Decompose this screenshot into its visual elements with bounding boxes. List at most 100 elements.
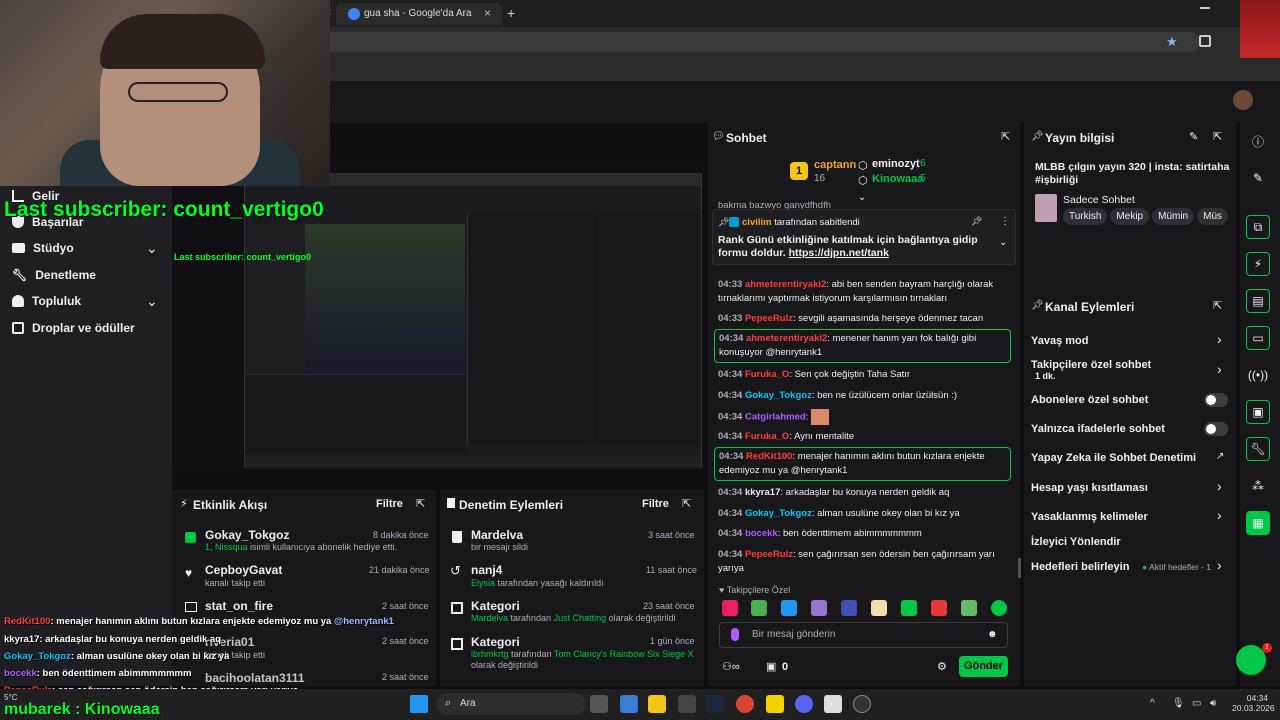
- points-icon[interactable]: ⚇∞: [722, 660, 740, 673]
- external-link-icon[interactable]: ↗: [1216, 451, 1224, 462]
- popout-icon[interactable]: ⇱: [682, 497, 691, 510]
- sidebar-item-topluluk[interactable]: Topluluk: [12, 291, 81, 311]
- emote-icon[interactable]: [811, 600, 827, 616]
- avatar[interactable]: [1233, 90, 1253, 110]
- emote-only-toggle[interactable]: [1204, 422, 1228, 436]
- obs-icon[interactable]: [853, 695, 871, 713]
- feed-user[interactable]: CepboyGavat: [205, 563, 282, 577]
- emote-icon[interactable]: [841, 600, 857, 616]
- moderation-filter-button[interactable]: Filtre: [642, 498, 669, 510]
- media-icon[interactable]: [678, 695, 696, 713]
- microphone-icon[interactable]: 🎙︎: [1172, 698, 1185, 709]
- task-view-icon[interactable]: [590, 695, 608, 713]
- chest-icon[interactable]: ▣: [766, 660, 776, 673]
- ad-icon[interactable]: ⚡︎: [1246, 252, 1270, 276]
- discord-icon[interactable]: [795, 695, 813, 713]
- new-tab-button[interactable]: +: [507, 5, 515, 21]
- steam-icon[interactable]: [706, 695, 724, 713]
- category-name[interactable]: Sadece Sohbet: [1063, 194, 1135, 206]
- popout-icon[interactable]: ⇱: [1213, 299, 1222, 312]
- chevron-right-icon[interactable]: ›: [1217, 507, 1222, 523]
- extensions-icon[interactable]: [1199, 35, 1211, 47]
- feed-user[interactable]: stat_on_fire: [205, 599, 273, 613]
- mod-user[interactable]: Mardelva: [471, 528, 523, 542]
- sidebar-item-denetleme[interactable]: 🔧︎ Denetleme: [12, 265, 96, 285]
- tab-close-icon[interactable]: ×: [484, 6, 491, 20]
- calculator-icon[interactable]: [620, 695, 638, 713]
- action-follower-only[interactable]: Takipçilere özel sohbet: [1031, 359, 1151, 371]
- windows-start-icon[interactable]: [410, 695, 428, 713]
- chevron-down-icon[interactable]: ⌄: [146, 293, 158, 310]
- activity-filter-button[interactable]: Filtre: [376, 498, 403, 510]
- mod-user[interactable]: Kategori: [471, 599, 520, 613]
- action-banned-words[interactable]: Yasaklanmış kelimeler: [1031, 511, 1148, 523]
- mod-user[interactable]: Kategori: [471, 635, 520, 649]
- sidebar-item-studyo[interactable]: Stüdyo: [12, 238, 74, 258]
- feed-user[interactable]: Gokay_Tokgoz: [205, 528, 289, 542]
- action-raid[interactable]: İzleyici Yönlendir: [1031, 536, 1121, 548]
- emote-icon[interactable]: [991, 600, 1007, 616]
- browser-tab[interactable]: gua sha - Google'da Ara ×: [336, 3, 502, 25]
- action-ai-moderation[interactable]: Yapay Zeka ile Sohbet Denetimi: [1031, 452, 1196, 464]
- feed-user[interactable]: bacihoolatan3111: [205, 671, 304, 685]
- tray-expand-icon[interactable]: ^: [1150, 698, 1155, 709]
- broadcast-icon[interactable]: ((•)): [1246, 363, 1270, 387]
- chevron-right-icon[interactable]: ›: [1217, 361, 1222, 377]
- chevron-down-icon[interactable]: ⌄: [146, 240, 158, 257]
- chevron-down-icon[interactable]: ⌄: [999, 237, 1007, 248]
- expand-icon[interactable]: ⌄: [858, 192, 866, 203]
- emote-icon[interactable]: [751, 600, 767, 616]
- action-slow-mode[interactable]: Yavaş mod: [1031, 335, 1088, 347]
- tag[interactable]: Turkish: [1063, 208, 1108, 225]
- emote-icon[interactable]: [722, 600, 738, 616]
- emote-icon[interactable]: [871, 600, 887, 616]
- minimize-icon[interactable]: [1200, 7, 1210, 9]
- send-button[interactable]: Gönder: [959, 656, 1008, 677]
- popout-icon[interactable]: ⇱: [1001, 130, 1010, 143]
- chevron-right-icon[interactable]: ›: [1217, 478, 1222, 494]
- pencil-icon[interactable]: ✎: [1246, 166, 1270, 190]
- action-goals[interactable]: Hedefleri belirleyin: [1031, 561, 1129, 573]
- leader-2-name[interactable]: eminozyt: [872, 158, 920, 170]
- people-icon[interactable]: ⁂: [1246, 474, 1270, 498]
- pencil-icon[interactable]: ✎: [1189, 130, 1198, 143]
- leader-1-name[interactable]: captann: [814, 159, 856, 171]
- marker-icon[interactable]: ▣: [1246, 400, 1270, 424]
- microphone-icon[interactable]: [731, 628, 739, 641]
- emoji-icon[interactable]: ☻: [987, 629, 998, 640]
- chrome-icon[interactable]: [736, 695, 754, 713]
- clock[interactable]: 04:34 20.03.2026: [1232, 693, 1275, 713]
- action-sub-only[interactable]: Abonelere özel sohbet: [1031, 394, 1148, 406]
- mod-user[interactable]: nanj4: [471, 563, 502, 577]
- document-icon[interactable]: ▤: [1246, 289, 1270, 313]
- chat-bubble-icon[interactable]: ▭: [1246, 326, 1270, 350]
- action-account-age[interactable]: Hesap yaşı kısıtlaması: [1031, 482, 1148, 494]
- notes-icon[interactable]: [766, 695, 784, 713]
- action-emote-only[interactable]: Yalnızca ifadelerle sohbet: [1031, 423, 1165, 435]
- sidebar-item-droplar[interactable]: Droplar ve ödüller: [12, 318, 135, 338]
- leader-3-name[interactable]: Kinowaaa: [872, 173, 923, 185]
- tag[interactable]: Mümin: [1152, 208, 1195, 225]
- emote-icon[interactable]: [931, 600, 947, 616]
- taskbar-search[interactable]: [436, 693, 586, 715]
- popout-icon[interactable]: ⇱: [416, 497, 425, 510]
- file-explorer-icon[interactable]: [648, 695, 666, 713]
- sub-only-toggle[interactable]: [1204, 393, 1228, 407]
- wrench-icon[interactable]: 🔧︎: [1246, 437, 1270, 461]
- bookmark-star-icon[interactable]: ★: [1166, 34, 1178, 50]
- emote-icon[interactable]: [961, 600, 977, 616]
- chat-scrollbar[interactable]: [1018, 558, 1021, 578]
- emote-icon[interactable]: [781, 600, 797, 616]
- address-bar[interactable]: [300, 32, 1200, 52]
- chevron-right-icon[interactable]: ›: [1217, 557, 1222, 573]
- emote-icon[interactable]: [901, 600, 917, 616]
- extension-icon[interactable]: ▦: [1246, 511, 1270, 535]
- popout-icon[interactable]: ⇱: [1213, 130, 1222, 143]
- more-icon[interactable]: ⋮: [1000, 216, 1010, 227]
- info-icon[interactable]: ⓘ: [1246, 129, 1270, 153]
- tag[interactable]: Mekip: [1110, 208, 1150, 225]
- notepad-icon[interactable]: [824, 695, 842, 713]
- network-icon[interactable]: ▭: [1192, 698, 1201, 709]
- settings-gear-icon[interactable]: ⚙: [937, 660, 947, 673]
- clip-icon[interactable]: ⧉: [1246, 215, 1270, 239]
